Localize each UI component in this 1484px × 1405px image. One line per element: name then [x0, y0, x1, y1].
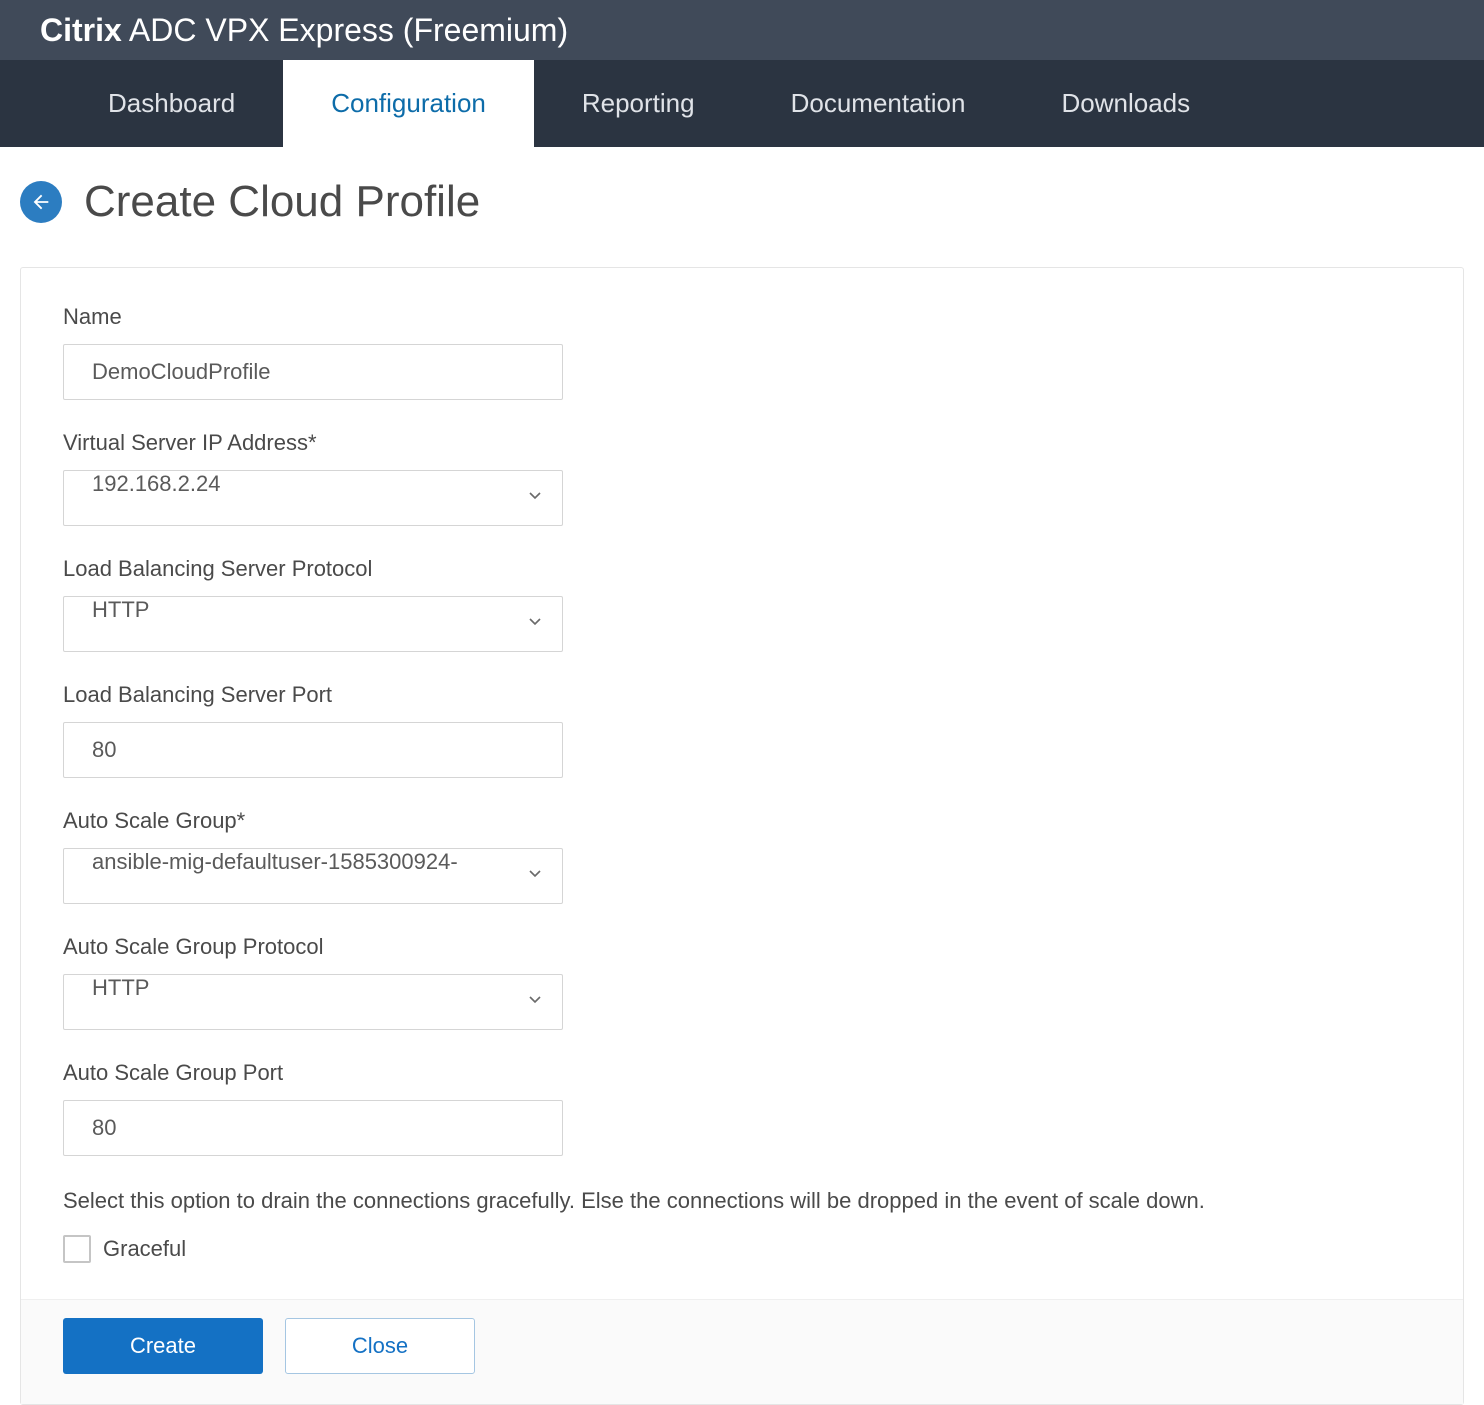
close-button[interactable]: Close — [285, 1318, 475, 1374]
select-asg-protocol[interactable]: HTTP — [63, 974, 563, 1030]
brand-bold: Citrix — [40, 12, 122, 48]
tab-documentation[interactable]: Documentation — [743, 60, 1014, 147]
field-lb-port: Load Balancing Server Port — [63, 682, 1421, 778]
field-vserver-ip: Virtual Server IP Address* 192.168.2.24 — [63, 430, 1421, 526]
input-lb-port[interactable] — [63, 722, 563, 778]
field-lb-protocol: Load Balancing Server Protocol HTTP — [63, 556, 1421, 652]
main-nav: Dashboard Configuration Reporting Docume… — [0, 60, 1484, 147]
field-graceful: Graceful — [63, 1235, 1421, 1263]
back-button[interactable] — [20, 181, 62, 223]
tab-configuration[interactable]: Configuration — [283, 60, 534, 147]
label-lb-protocol: Load Balancing Server Protocol — [63, 556, 1421, 582]
page-title: Create Cloud Profile — [84, 177, 480, 227]
brand-rest: ADC VPX Express (Freemium) — [122, 12, 568, 48]
field-asg-port: Auto Scale Group Port — [63, 1060, 1421, 1156]
tab-downloads[interactable]: Downloads — [1013, 60, 1238, 147]
app-header: Citrix ADC VPX Express (Freemium) — [0, 0, 1484, 60]
arrow-left-icon — [30, 191, 52, 213]
checkbox-graceful[interactable] — [63, 1235, 91, 1263]
label-asg-port: Auto Scale Group Port — [63, 1060, 1421, 1086]
button-row: Create Close — [21, 1299, 1463, 1404]
brand-title: Citrix ADC VPX Express (Freemium) — [40, 12, 568, 49]
label-lb-port: Load Balancing Server Port — [63, 682, 1421, 708]
label-name: Name — [63, 304, 1421, 330]
form-container: Name Virtual Server IP Address* 192.168.… — [20, 267, 1464, 1405]
label-asg: Auto Scale Group* — [63, 808, 1421, 834]
field-name: Name — [63, 304, 1421, 400]
field-asg-protocol: Auto Scale Group Protocol HTTP — [63, 934, 1421, 1030]
label-graceful: Graceful — [103, 1236, 186, 1262]
field-asg: Auto Scale Group* ansible-mig-defaultuse… — [63, 808, 1421, 904]
label-asg-protocol: Auto Scale Group Protocol — [63, 934, 1421, 960]
select-vserver-ip[interactable]: 192.168.2.24 — [63, 470, 563, 526]
tab-reporting[interactable]: Reporting — [534, 60, 743, 147]
content-area: Create Cloud Profile Name Virtual Server… — [0, 147, 1484, 1405]
input-asg-port[interactable] — [63, 1100, 563, 1156]
select-lb-protocol[interactable]: HTTP — [63, 596, 563, 652]
graceful-hint: Select this option to drain the connecti… — [63, 1186, 1421, 1217]
input-name[interactable] — [63, 344, 563, 400]
label-vserver-ip: Virtual Server IP Address* — [63, 430, 1421, 456]
select-asg[interactable]: ansible-mig-defaultuser-1585300924- — [63, 848, 563, 904]
tab-dashboard[interactable]: Dashboard — [60, 60, 283, 147]
page-header: Create Cloud Profile — [20, 177, 1464, 227]
create-button[interactable]: Create — [63, 1318, 263, 1374]
